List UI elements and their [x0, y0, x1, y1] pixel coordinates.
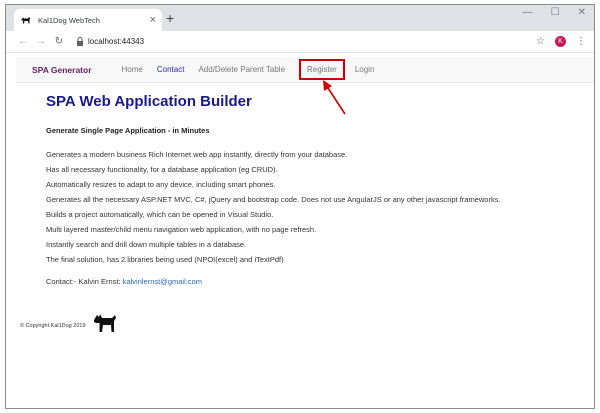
site-navbar: SPA Generator Home Contact Add/Delete Pa… — [16, 57, 594, 83]
bookmark-star-icon[interactable]: ☆ — [536, 36, 545, 47]
dog-logo-icon — [92, 312, 118, 339]
window-controls: — ☐ ✕ — [523, 8, 586, 18]
tab-close-icon[interactable]: × — [150, 14, 156, 26]
browser-toolbar: ← → ↻ localhost:44343 ☆ K ⋮ — [6, 31, 594, 53]
reload-icon[interactable]: ↻ — [50, 36, 68, 47]
feature-item: The final solution, has 2 libraries bein… — [46, 255, 284, 264]
minimize-icon[interactable]: — — [523, 8, 533, 18]
feature-item: Generates a modern business Rich Interne… — [46, 150, 348, 159]
main-content: SPA Web Application Builder Generate Sin… — [46, 93, 586, 286]
lock-icon[interactable] — [76, 37, 84, 46]
feature-list: Generates a modern business Rich Interne… — [46, 147, 586, 267]
kebab-menu-icon[interactable]: ⋮ — [576, 36, 586, 47]
back-icon[interactable]: ← — [14, 36, 32, 47]
feature-item: Multi layered master/child menu navigati… — [46, 225, 317, 234]
screenshot-frame: Kal1Dog WebTech × + — ☐ ✕ ← → ↻ localhos… — [5, 4, 595, 409]
feature-item: Generates all the necessary ASP.NET MVC,… — [46, 195, 501, 204]
browser-tab[interactable]: Kal1Dog WebTech × — [14, 9, 162, 31]
close-window-icon[interactable]: ✕ — [578, 8, 586, 18]
contact-label: Contact:- Kalvin Ernst: — [46, 277, 121, 286]
nav-add-delete-parent-table[interactable]: Add/Delete Parent Table — [198, 65, 285, 74]
nav-contact[interactable]: Contact — [157, 65, 185, 74]
maximize-icon[interactable]: ☐ — [551, 8, 560, 18]
page-footer: © Copyright Kal1Dog 2019 — [20, 312, 118, 339]
address-bar[interactable]: localhost:44343 — [88, 37, 536, 46]
feature-item: Instantly search and drill down multiple… — [46, 240, 247, 249]
brand-link[interactable]: SPA Generator — [32, 65, 92, 75]
page-subtitle: Generate Single Page Application - in Mi… — [46, 126, 210, 135]
nav-login[interactable]: Login — [355, 65, 375, 74]
contact-line: Contact:- Kalvin Ernst: kalvinlernst@gma… — [46, 277, 586, 286]
contact-email-link[interactable]: kalvinlernst@gmail.com — [123, 277, 202, 286]
dog-favicon-icon — [20, 14, 32, 26]
copyright-text: © Copyright Kal1Dog 2019 — [20, 322, 86, 329]
feature-item: Automatically resizes to adapt to any de… — [46, 180, 276, 189]
tab-title: Kal1Dog WebTech — [38, 15, 100, 25]
feature-item: Has all necessary functionality, for a d… — [46, 165, 278, 174]
profile-avatar[interactable]: K — [555, 36, 566, 47]
feature-item: Builds a project automatically, which ca… — [46, 210, 274, 219]
nav-register[interactable]: Register — [299, 59, 345, 80]
page-title: SPA Web Application Builder — [46, 93, 252, 110]
nav-home[interactable]: Home — [122, 65, 143, 74]
forward-icon[interactable]: → — [32, 36, 50, 47]
new-tab-icon[interactable]: + — [166, 11, 174, 25]
browser-tabstrip: Kal1Dog WebTech × + — ☐ ✕ — [6, 5, 594, 31]
